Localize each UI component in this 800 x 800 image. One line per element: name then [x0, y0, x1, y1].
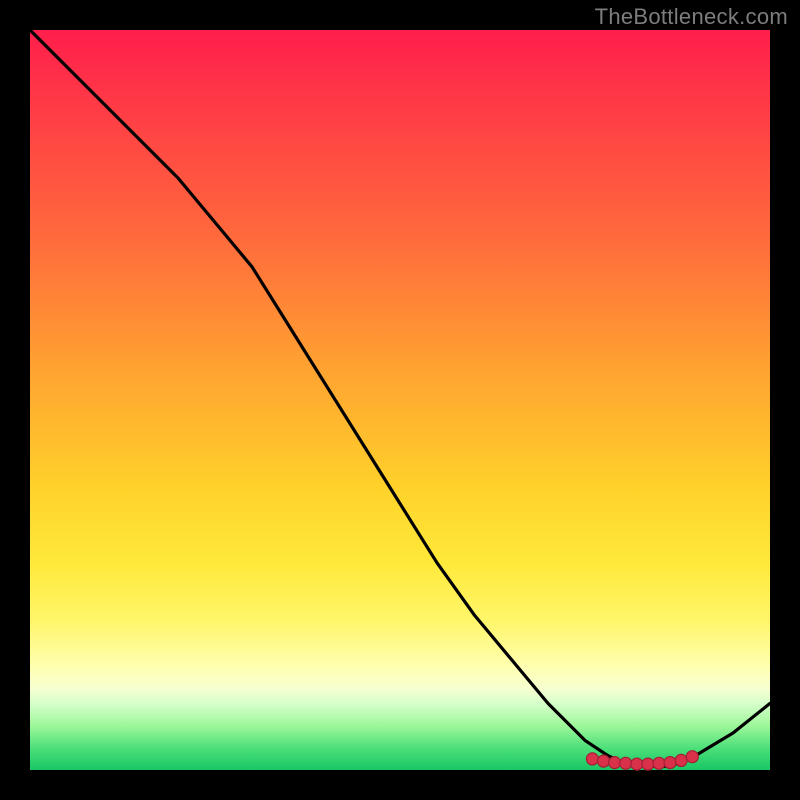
marker-dot — [609, 757, 621, 769]
chart-frame: TheBottleneck.com — [0, 0, 800, 800]
marker-dot — [686, 751, 698, 763]
plot-area — [30, 30, 770, 770]
attribution-label: TheBottleneck.com — [595, 4, 788, 30]
marker-dot — [598, 755, 610, 767]
marker-dot — [620, 757, 632, 769]
marker-dot — [642, 758, 654, 770]
marker-dot — [653, 757, 665, 769]
marker-dot — [631, 758, 643, 770]
marker-dot — [586, 753, 598, 765]
marker-dot — [675, 754, 687, 766]
marker-dot — [664, 757, 676, 769]
chart-overlay — [30, 30, 770, 770]
bottleneck-curve — [30, 30, 770, 766]
